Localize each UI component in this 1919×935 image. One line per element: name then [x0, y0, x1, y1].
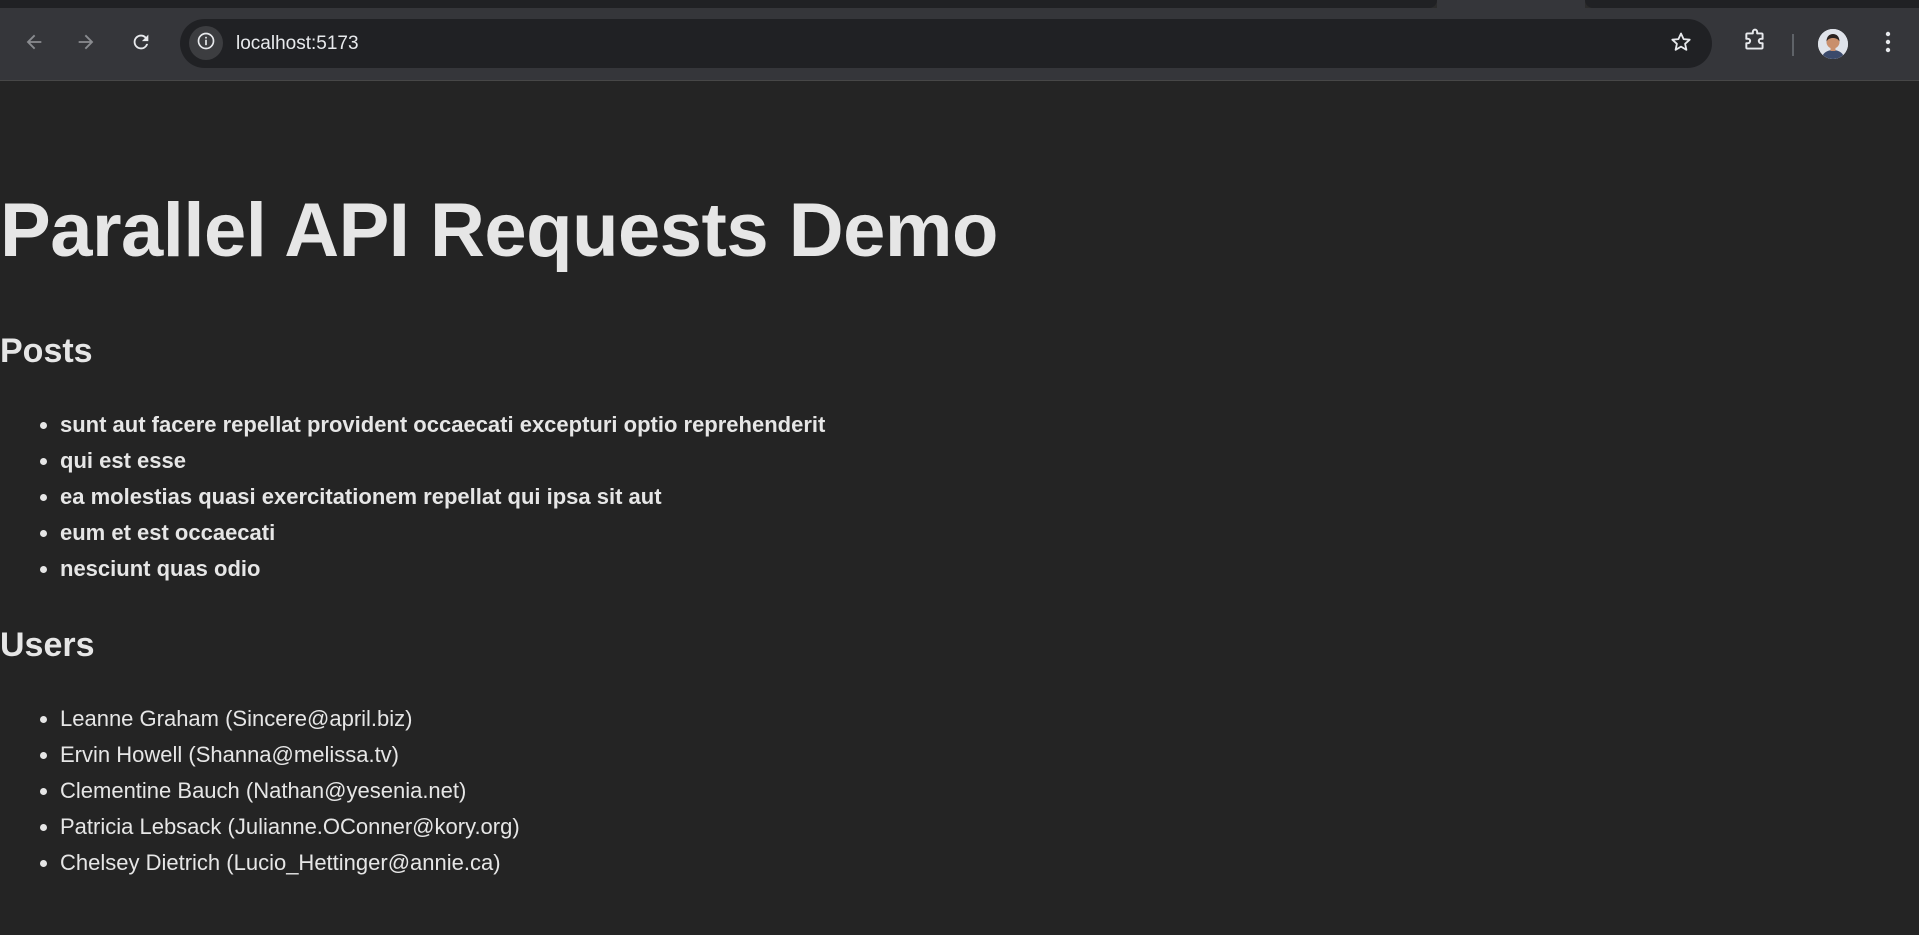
users-heading: Users: [0, 626, 95, 664]
back-button[interactable]: [12, 20, 56, 64]
user-item: Leanne Graham (Sincere@april.biz): [60, 701, 520, 737]
bookmark-button[interactable]: [1668, 31, 1694, 57]
star-icon: [1669, 30, 1693, 59]
reload-button[interactable]: [119, 20, 163, 64]
address-bar[interactable]: [180, 19, 1712, 68]
arrow-right-icon: [75, 31, 97, 53]
avatar[interactable]: [1818, 29, 1848, 59]
arrow-left-icon: [23, 31, 45, 53]
tab-strip-background: [0, 0, 1437, 8]
url-input[interactable]: [236, 19, 1536, 68]
toolbar-divider: [1792, 34, 1794, 56]
user-item: Chelsey Dietrich (Lucio_Hettinger@annie.…: [60, 845, 520, 881]
tab-strip-background: [1585, 0, 1919, 8]
post-item: ea molestias quasi exercitationem repell…: [60, 479, 825, 515]
active-tab[interactable]: [1437, 0, 1585, 8]
post-item: sunt aut facere repellat provident occae…: [60, 407, 825, 443]
posts-heading: Posts: [0, 332, 93, 370]
puzzle-icon: [1742, 28, 1768, 59]
info-icon: [196, 31, 216, 56]
post-item: eum et est occaecati: [60, 515, 825, 551]
post-item: nesciunt quas odio: [60, 551, 825, 587]
reload-icon: [130, 31, 152, 53]
forward-button[interactable]: [64, 20, 108, 64]
page-title: Parallel API Requests Demo: [0, 188, 998, 273]
extensions-button[interactable]: [1734, 22, 1776, 64]
posts-list: sunt aut facere repellat provident occae…: [0, 407, 825, 587]
user-item: Patricia Lebsack (Julianne.OConner@kory.…: [60, 809, 520, 845]
user-item: Clementine Bauch (Nathan@yesenia.net): [60, 773, 520, 809]
browser-toolbar: [0, 8, 1919, 81]
post-item: qui est esse: [60, 443, 825, 479]
users-list: Leanne Graham (Sincere@april.biz) Ervin …: [0, 701, 520, 881]
kebab-menu-icon: [1885, 31, 1891, 58]
user-item: Ervin Howell (Shanna@melissa.tv): [60, 737, 520, 773]
tab-strip: [0, 0, 1919, 8]
browser-menu-button[interactable]: [1872, 25, 1904, 63]
page-content: Parallel API Requests Demo Posts sunt au…: [0, 81, 1919, 935]
site-info-button[interactable]: [189, 26, 223, 60]
